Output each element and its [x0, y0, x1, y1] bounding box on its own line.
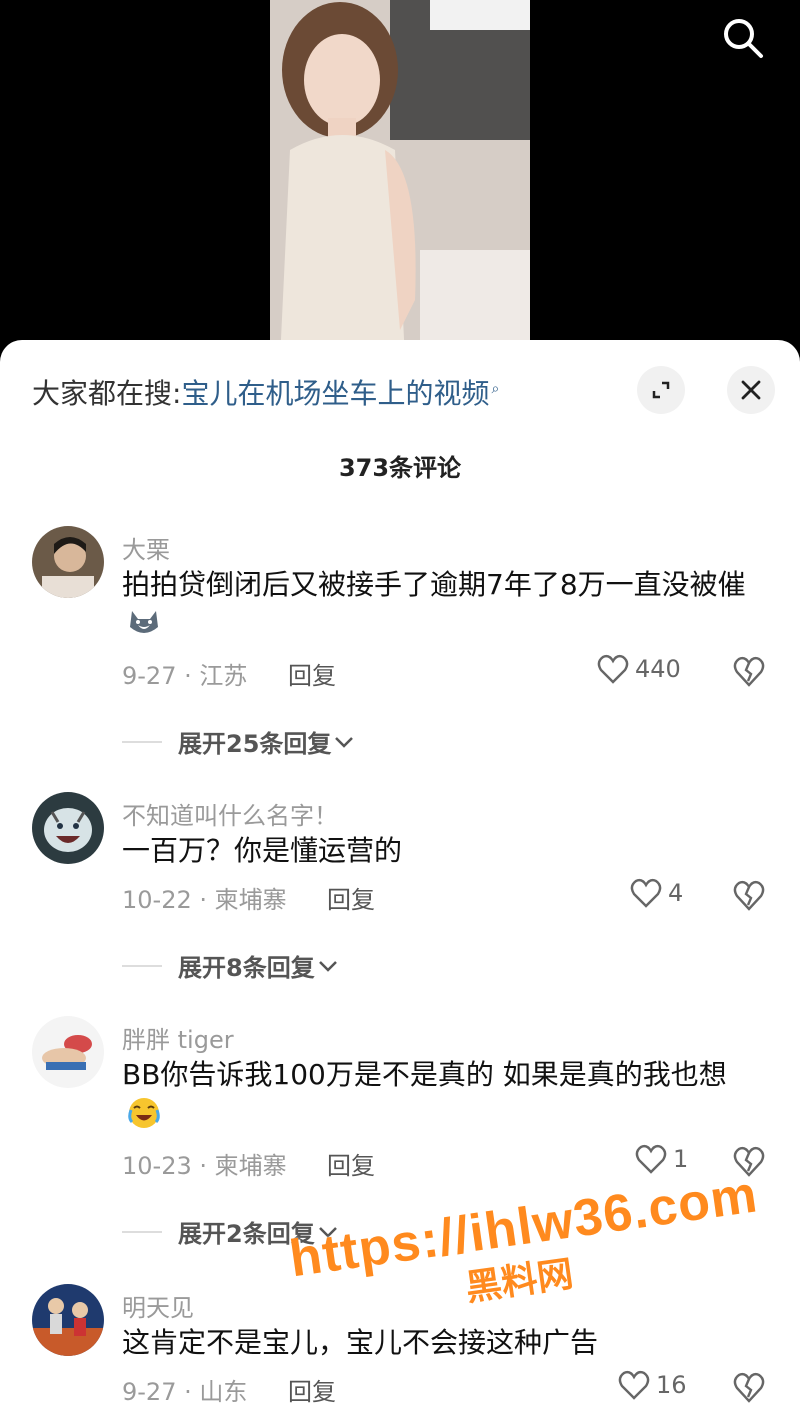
video-thumbnail: [270, 0, 530, 360]
comment-text: BB你告诉我100万是不是真的 如果是真的我也想: [122, 1054, 762, 1142]
expand-replies[interactable]: 展开8条回复: [122, 948, 339, 983]
hot-search-query[interactable]: 宝儿在机场坐车上的视频: [181, 377, 489, 410]
expand-replies-label: 展开2条回复: [178, 1220, 315, 1248]
comment-count: 373条评论: [338, 454, 462, 482]
like-button[interactable]: 440: [597, 654, 681, 684]
search-button[interactable]: [715, 10, 771, 66]
comment-body: 拍拍贷倒闭后又被接手了逾期7年了8万一直没被催: [122, 568, 746, 601]
like-button[interactable]: 1: [635, 1144, 688, 1174]
divider: [122, 1230, 162, 1233]
chevron-down-icon: [335, 736, 354, 748]
like-button[interactable]: 16: [618, 1370, 687, 1400]
close-icon: [741, 380, 761, 400]
video-frame: [270, 0, 530, 360]
broken-heart-icon: [733, 656, 765, 687]
like-count: 4: [668, 879, 684, 907]
search-icon: [724, 19, 763, 58]
like-count: 1: [673, 1145, 689, 1173]
avatar[interactable]: [32, 792, 104, 864]
divider: [122, 740, 162, 743]
reply-button[interactable]: 回复: [288, 656, 336, 691]
comments-sheet: 大家都在搜:宝儿在机场坐车上的视频 ⌕ 373条评论 大栗 拍拍贷倒闭后又被接手了…: [0, 340, 800, 1424]
like-button[interactable]: 4: [630, 878, 683, 908]
dislike-button[interactable]: [733, 880, 765, 912]
video-player[interactable]: [0, 0, 800, 360]
expand-replies[interactable]: 展开2条回复: [122, 1214, 339, 1249]
divider: [122, 964, 162, 967]
small-search-icon: ⌕: [491, 380, 500, 397]
dislike-button[interactable]: [733, 1146, 765, 1178]
comment-text: 这肯定不是宝儿，宝儿不会接这种广告: [122, 1326, 599, 1359]
comment-body: BB你告诉我100万是不是真的 如果是真的我也想: [122, 1058, 727, 1091]
username[interactable]: 大栗: [122, 530, 170, 565]
username[interactable]: 明天见: [122, 1288, 194, 1323]
broken-heart-icon: [733, 1372, 765, 1403]
crying-laughing-emoji-icon: [126, 1096, 162, 1142]
user-avatar-image: [32, 1284, 104, 1356]
comment-meta: 10-23 · 柬埔寨: [122, 1152, 287, 1180]
reply-button[interactable]: 回复: [327, 1146, 375, 1181]
expand-replies-label: 展开8条回复: [178, 954, 315, 982]
chevron-down-icon: [318, 1226, 337, 1238]
avatar[interactable]: [32, 1016, 104, 1088]
like-count: 16: [656, 1371, 687, 1399]
reply-button[interactable]: 回复: [288, 1372, 336, 1407]
comment-meta: 9-27 · 山东: [122, 1378, 248, 1406]
heart-icon: [618, 1370, 650, 1400]
comment-meta: 10-22 · 柬埔寨: [122, 886, 287, 914]
reply-button[interactable]: 回复: [327, 880, 375, 915]
user-avatar-image: [32, 1016, 104, 1088]
broken-heart-icon: [733, 880, 765, 911]
username[interactable]: 胖胖 tiger: [122, 1020, 234, 1055]
comment-text: 拍拍贷倒闭后又被接手了逾期7年了8万一直没被催: [122, 564, 762, 649]
close-button[interactable]: [727, 366, 775, 414]
dislike-button[interactable]: [733, 1372, 765, 1404]
expand-replies[interactable]: 展开25条回复: [122, 724, 355, 759]
username[interactable]: 不知道叫什么名字！: [122, 796, 338, 831]
comment-meta: 9-27 · 江苏: [122, 662, 248, 690]
husky-emoji-icon: [126, 607, 162, 649]
avatar[interactable]: [32, 526, 104, 598]
heart-icon: [597, 654, 629, 684]
comment-text: 一百万？你是懂运营的: [122, 834, 403, 867]
expand-replies-label: 展开25条回复: [178, 730, 332, 758]
hot-search-prefix: 大家都在搜:: [32, 377, 182, 410]
heart-icon: [635, 1144, 667, 1174]
dislike-button[interactable]: [733, 656, 765, 688]
broken-heart-icon: [733, 1146, 765, 1177]
expand-icon: [652, 381, 670, 399]
avatar[interactable]: [32, 1284, 104, 1356]
user-avatar-image: [32, 526, 104, 598]
expand-button[interactable]: [637, 366, 685, 414]
like-count: 440: [635, 655, 681, 683]
user-avatar-image: [32, 792, 104, 864]
chevron-down-icon: [318, 960, 337, 972]
hot-search-bar[interactable]: 大家都在搜:宝儿在机场坐车上的视频 ⌕: [32, 372, 499, 412]
heart-icon: [630, 878, 662, 908]
